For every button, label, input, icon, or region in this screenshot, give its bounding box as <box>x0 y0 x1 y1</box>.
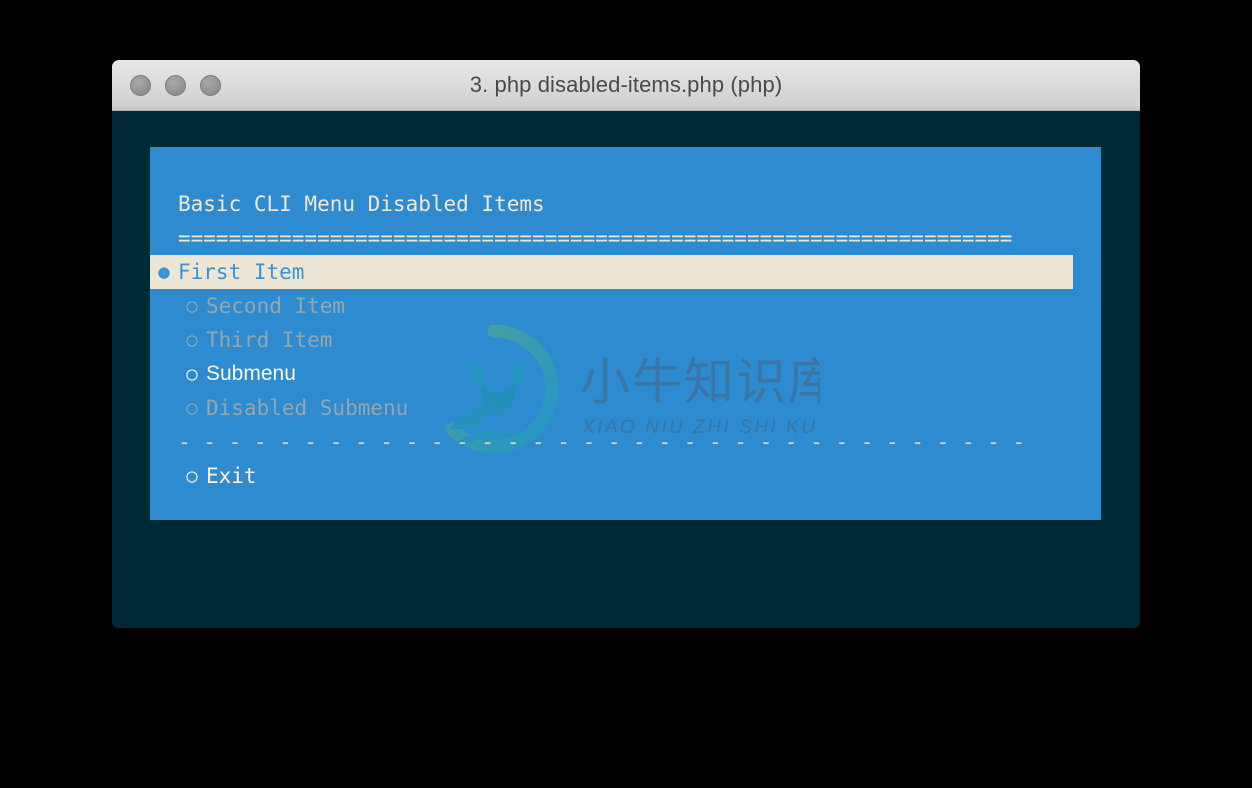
menu-item-disabled-submenu: ○ Disabled Submenu <box>150 391 1101 425</box>
bullet-hollow-icon: ○ <box>186 329 198 351</box>
screen: 3. php disabled-items.php (php) 小牛知识库 XI… <box>0 0 1252 788</box>
menu-item-third-item: ○ Third Item <box>150 323 1101 357</box>
terminal-body: 小牛知识库 XIAO NIU ZHI SHI KU Basic CLI Menu… <box>112 111 1140 628</box>
menu-item-label: Disabled Submenu <box>206 396 409 420</box>
window-title: 3. php disabled-items.php (php) <box>469 72 783 97</box>
menu-item-label: Exit <box>206 464 257 488</box>
minimize-button[interactable] <box>165 74 186 96</box>
bullet-hollow-icon: ○ <box>186 295 198 317</box>
traffic-light-buttons <box>130 60 221 110</box>
window-title-bar[interactable]: 3. php disabled-items.php (php) <box>112 60 1140 111</box>
menu-item-label: Second Item <box>206 294 346 318</box>
zoom-button[interactable] <box>200 74 221 96</box>
menu-item-first-item[interactable]: ● First Item <box>150 255 1073 289</box>
bullet-hollow-icon: ○ <box>186 397 198 419</box>
menu-footer-separator: - - - - - - - - - - - - - - - - - - - - … <box>178 430 1026 454</box>
bullet-hollow-icon: ○ <box>186 363 198 385</box>
menu-heading-separator: ========================================… <box>178 226 1013 250</box>
menu-item-label: First Item <box>178 260 305 284</box>
menu-heading: Basic CLI Menu Disabled Items <box>178 192 545 216</box>
menu-item-submenu[interactable]: ○ Submenu <box>150 357 1101 391</box>
menu-content: Basic CLI Menu Disabled Items ==========… <box>150 147 1101 493</box>
menu-item-exit[interactable]: ○ Exit <box>150 459 1101 493</box>
bullet-hollow-icon: ○ <box>186 465 198 487</box>
bullet-filled-icon: ● <box>158 261 170 283</box>
cli-menu: 小牛知识库 XIAO NIU ZHI SHI KU Basic CLI Menu… <box>150 147 1101 520</box>
menu-item-label: Third Item <box>206 328 333 352</box>
menu-item-second-item: ○ Second Item <box>150 289 1101 323</box>
close-button[interactable] <box>130 74 151 96</box>
menu-item-label: Submenu <box>206 362 296 385</box>
terminal-window: 3. php disabled-items.php (php) 小牛知识库 XI… <box>112 60 1140 628</box>
